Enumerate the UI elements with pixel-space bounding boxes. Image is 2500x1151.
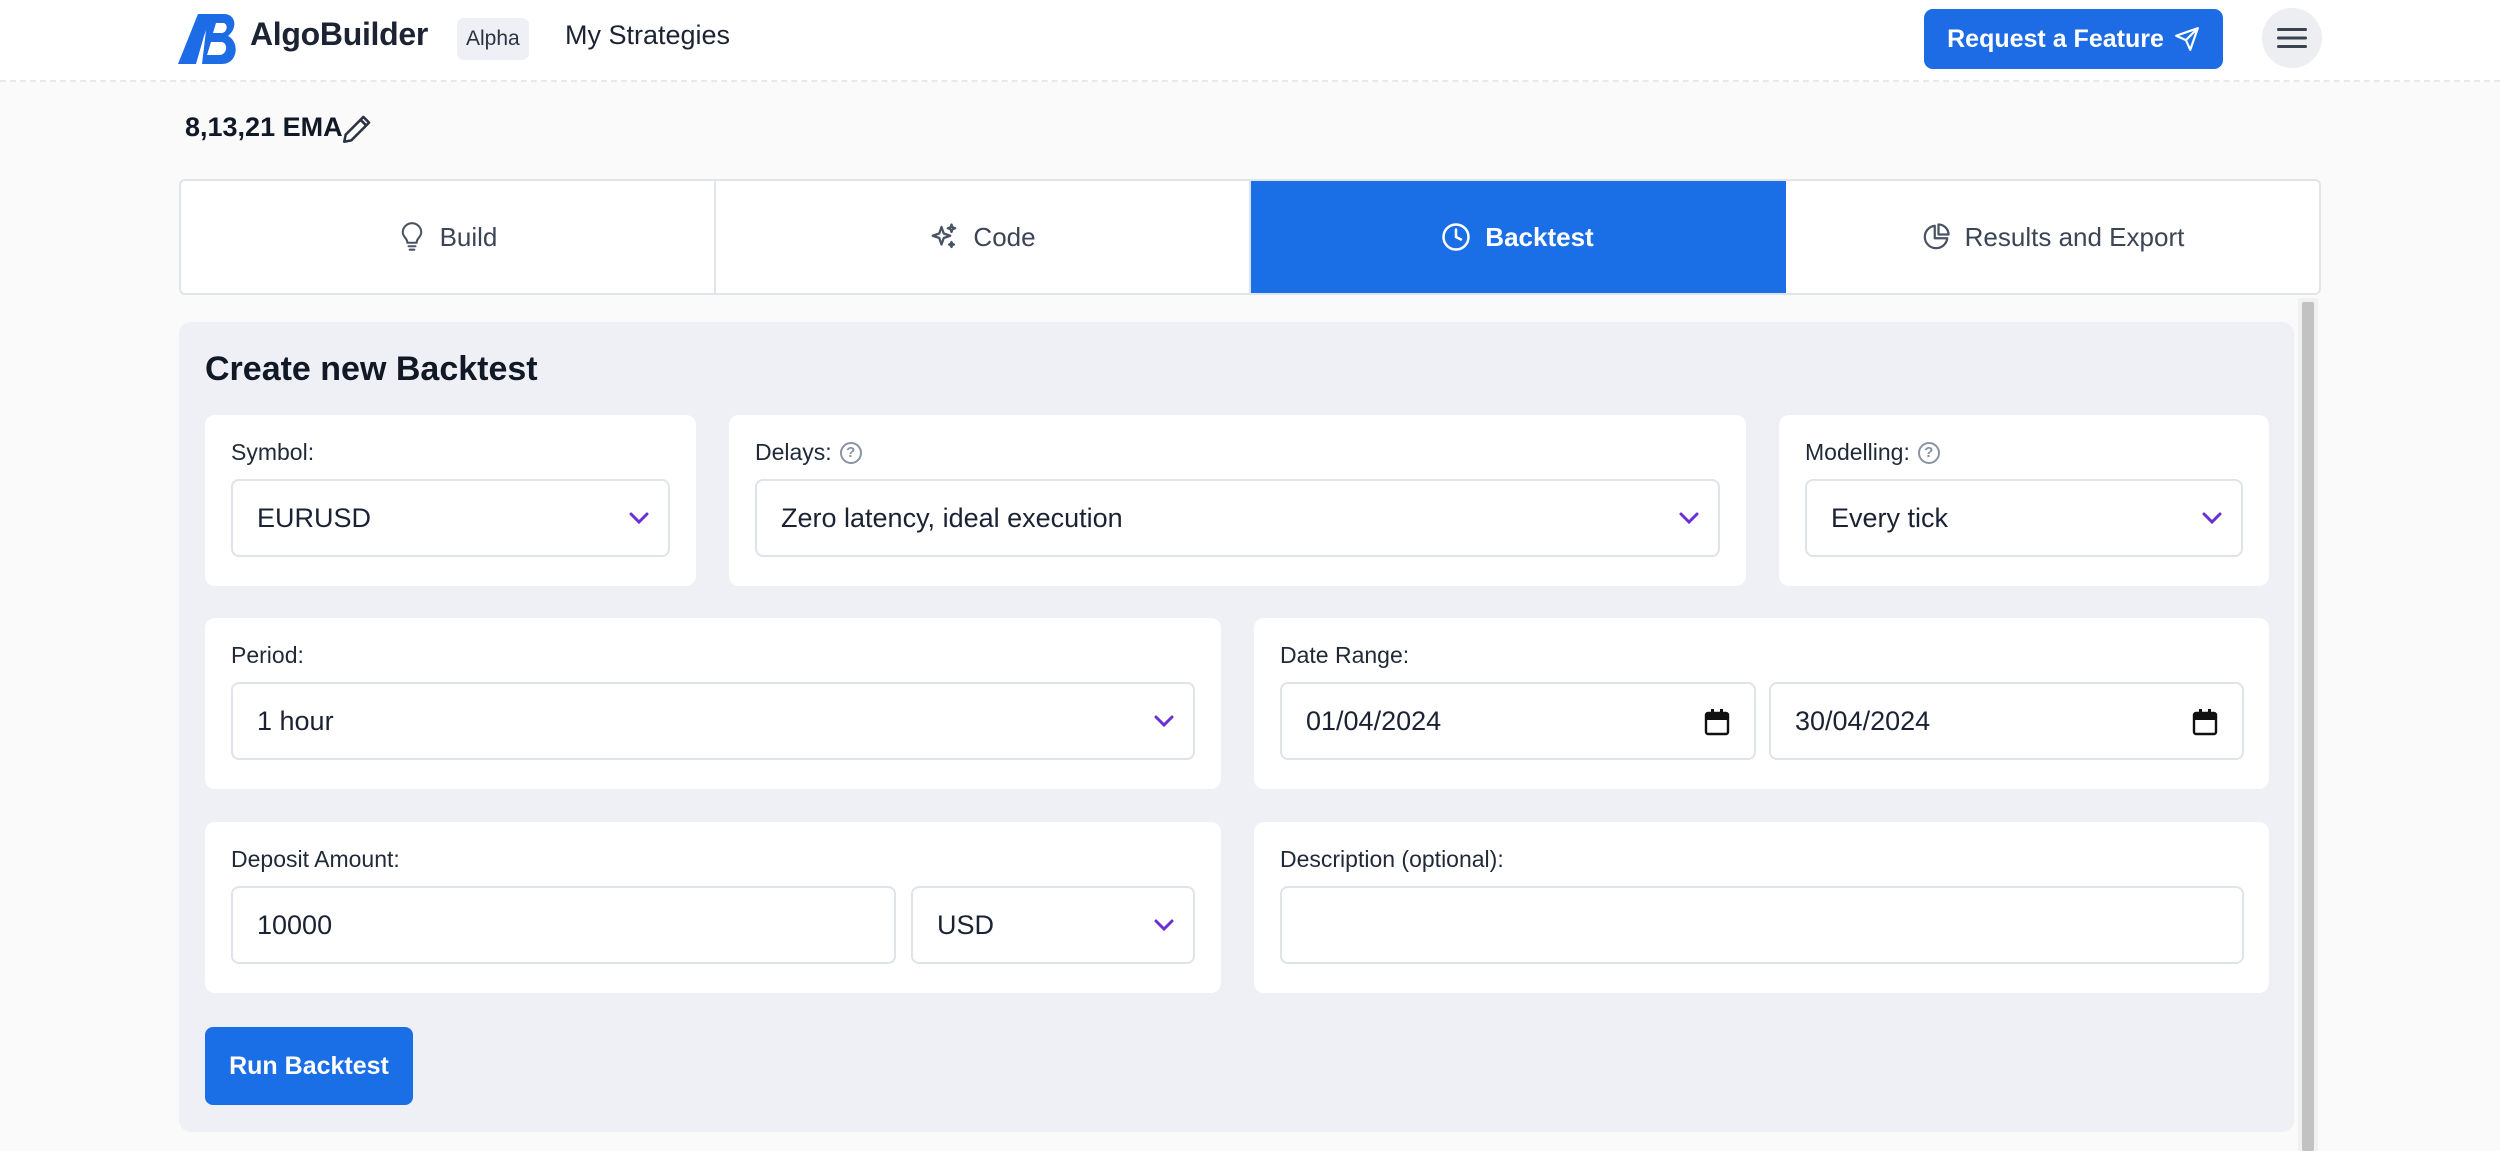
delays-select[interactable]: Zero latency, ideal execution [755,479,1720,557]
start-date-input[interactable]: 01/04/2024 [1280,682,1756,760]
deposit-card: Deposit Amount: 10000 USD [205,822,1221,993]
clock-icon [1442,223,1471,251]
run-backtest-button[interactable]: Run Backtest [205,1027,413,1105]
modelling-select[interactable]: Every tick [1805,479,2243,557]
description-label: Description (optional): [1280,846,1504,873]
delays-label-text: Delays: [755,439,832,465]
end-date-value: 30/04/2024 [1795,705,1931,736]
tab-results-export-label: Results and Export [1964,221,2185,252]
delays-value: Zero latency, ideal execution [781,502,1123,533]
backtest-panel: Create new Backtest Symbol: EURUSD Delay… [179,322,2294,1132]
modelling-label-text: Modelling: [1805,439,1910,465]
symbol-select[interactable]: EURUSD [231,479,670,557]
tab-build[interactable]: Build [181,181,716,293]
symbol-card: Symbol: EURUSD [205,415,696,586]
help-icon[interactable]: ? [839,441,862,464]
top-header: AlgoBuilder Alpha My Strategies Request … [0,0,2500,82]
pencil-icon[interactable] [340,112,374,146]
send-icon [2174,27,2199,51]
chevron-down-icon [629,512,649,525]
deposit-label: Deposit Amount: [231,846,400,873]
period-select[interactable]: 1 hour [231,682,1195,760]
period-label-text: Period: [231,642,304,668]
delays-card: Delays: ? Zero latency, ideal execution [729,415,1746,586]
symbol-value: EURUSD [257,502,372,533]
strategy-name: 8,13,21 EMA [185,112,343,142]
delays-label: Delays: ? [755,439,862,466]
description-card: Description (optional): [1254,822,2269,993]
modelling-label: Modelling: ? [1805,439,1940,466]
page-scrollbar[interactable] [2298,298,2318,1151]
tab-backtest-label: Backtest [1485,221,1594,252]
start-date-value: 01/04/2024 [1306,705,1442,736]
sparkles-icon [932,223,957,249]
description-input[interactable] [1280,886,2244,964]
request-feature-button[interactable]: Request a Feature [1924,9,2223,69]
alpha-badge: Alpha [457,18,529,60]
tab-backtest[interactable]: Backtest [1251,181,1786,293]
date-range-label: Date Range: [1280,642,1409,669]
description-label-text: Description (optional): [1280,846,1504,872]
period-card: Period: 1 hour [205,618,1221,789]
pie-chart-icon [1923,223,1950,250]
currency-select[interactable]: USD [911,886,1195,964]
request-feature-label: Request a Feature [1947,24,2164,53]
period-value: 1 hour [257,705,334,736]
symbol-label: Symbol: [231,439,314,466]
tab-code[interactable]: Code [716,181,1251,293]
hamburger-icon [2277,28,2307,48]
symbol-label-text: Symbol: [231,439,315,465]
chevron-down-icon [2202,512,2222,525]
date-range-label-text: Date Range: [1280,642,1410,668]
tab-build-label: Build [439,221,498,252]
currency-value: USD [937,909,995,940]
help-icon[interactable]: ? [1917,441,1940,464]
strategy-tabs: Build Code Backtest Results and Export [179,179,2321,295]
modelling-card: Modelling: ? Every tick [1779,415,2269,586]
scrollbar-thumb[interactable] [2302,302,2314,1151]
modelling-value: Every tick [1831,502,1949,533]
my-strategies-link[interactable]: My Strategies [565,20,730,51]
chevron-down-icon [1679,512,1699,525]
tab-results-export[interactable]: Results and Export [1786,181,2319,293]
calendar-icon[interactable] [2192,708,2218,736]
panel-title: Create new Backtest [205,350,538,388]
hamburger-menu-button[interactable] [2262,8,2322,68]
calendar-icon[interactable] [1704,708,1730,736]
date-range-card: Date Range: 01/04/2024 30/04/2024 [1254,618,2269,789]
chevron-down-icon [1154,715,1174,728]
chevron-down-icon [1154,919,1174,932]
deposit-amount-value: 10000 [257,909,333,940]
deposit-label-text: Deposit Amount: [231,846,400,872]
end-date-input[interactable]: 30/04/2024 [1769,682,2244,760]
brand-name[interactable]: AlgoBuilder [250,16,428,53]
period-label: Period: [231,642,304,669]
tab-code-label: Code [973,221,1036,252]
deposit-amount-input[interactable]: 10000 [231,886,896,964]
algobuilder-logo[interactable] [178,14,240,64]
lightbulb-icon [401,222,422,251]
